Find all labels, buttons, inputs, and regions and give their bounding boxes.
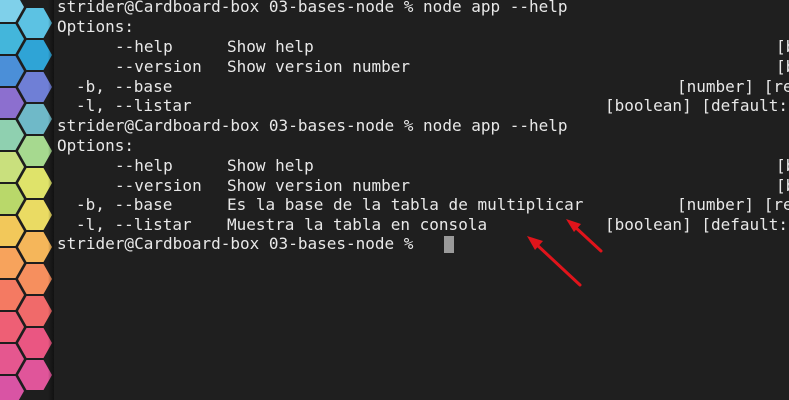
option-flag: -b, --base — [76, 77, 173, 96]
terminal-line-version-option: --version Show version number [b — [57, 57, 789, 77]
option-type: [b — [776, 37, 789, 56]
text-cursor — [444, 236, 454, 253]
terminal-line-listar-option: -l, --listar Muestra la tabla en consola… — [57, 215, 788, 235]
option-type: [number] [re — [677, 195, 789, 214]
terminal-line-options-heading: Options: — [57, 17, 134, 37]
option-description: Show version number — [227, 57, 411, 76]
option-description: Muestra la tabla en consola — [227, 215, 488, 234]
option-type: [b — [776, 57, 789, 76]
option-type: [number] [re — [677, 77, 789, 96]
prompt-command: strider@Cardboard-box 03-bases-node % no… — [57, 116, 568, 135]
terminal-line-prompt: strider@Cardboard-box 03-bases-node % no… — [57, 0, 568, 17]
options-heading: Options: — [57, 136, 135, 155]
option-flag: -l, --listar — [76, 215, 192, 234]
option-description: Es la base de la tabla de multiplicar — [227, 195, 584, 214]
prompt-command: strider@Cardboard-box 03-bases-node % no… — [57, 0, 568, 16]
option-type: [b — [776, 176, 789, 195]
option-type: [boolean] [default: — [605, 215, 789, 234]
option-flag: -l, --listar — [76, 96, 192, 115]
terminal-line-help-option: --help Show help [b — [57, 37, 789, 57]
option-flag: --help — [115, 37, 173, 56]
option-type: [boolean] [default: — [605, 96, 789, 115]
desktop-wallpaper — [0, 0, 54, 400]
terminal-line-prompt: strider@Cardboard-box 03-bases-node % no… — [57, 116, 568, 136]
terminal-line-help-option: --help Show help [b — [57, 156, 789, 176]
terminal-line-base-option: -b, --base Es la base de la tabla de mul… — [57, 195, 789, 215]
terminal-line-options-heading: Options: — [57, 136, 134, 156]
option-description: Show version number — [227, 176, 411, 195]
prompt-text: strider@Cardboard-box 03-bases-node % — [57, 234, 424, 253]
terminal-line-current-prompt[interactable]: strider@Cardboard-box 03-bases-node % — [57, 234, 454, 254]
terminal-line-listar-option: -l, --listar [boolean] [default: — [57, 96, 788, 116]
screenshot: strider@Cardboard-box 03-bases-node % no… — [0, 0, 789, 400]
terminal-line-base-option: -b, --base [number] [re — [57, 77, 789, 97]
option-type: [b — [776, 156, 789, 175]
options-heading: Options: — [57, 17, 135, 36]
option-description: Show help — [227, 37, 314, 56]
option-flag: --help — [115, 156, 173, 175]
option-flag: -b, --base — [76, 195, 173, 214]
option-flag: --version — [115, 176, 202, 195]
terminal-window[interactable]: strider@Cardboard-box 03-bases-node % no… — [54, 0, 789, 400]
option-flag: --version — [115, 57, 202, 76]
terminal-line-version-option: --version Show version number [b — [57, 176, 789, 196]
option-description: Show help — [227, 156, 314, 175]
